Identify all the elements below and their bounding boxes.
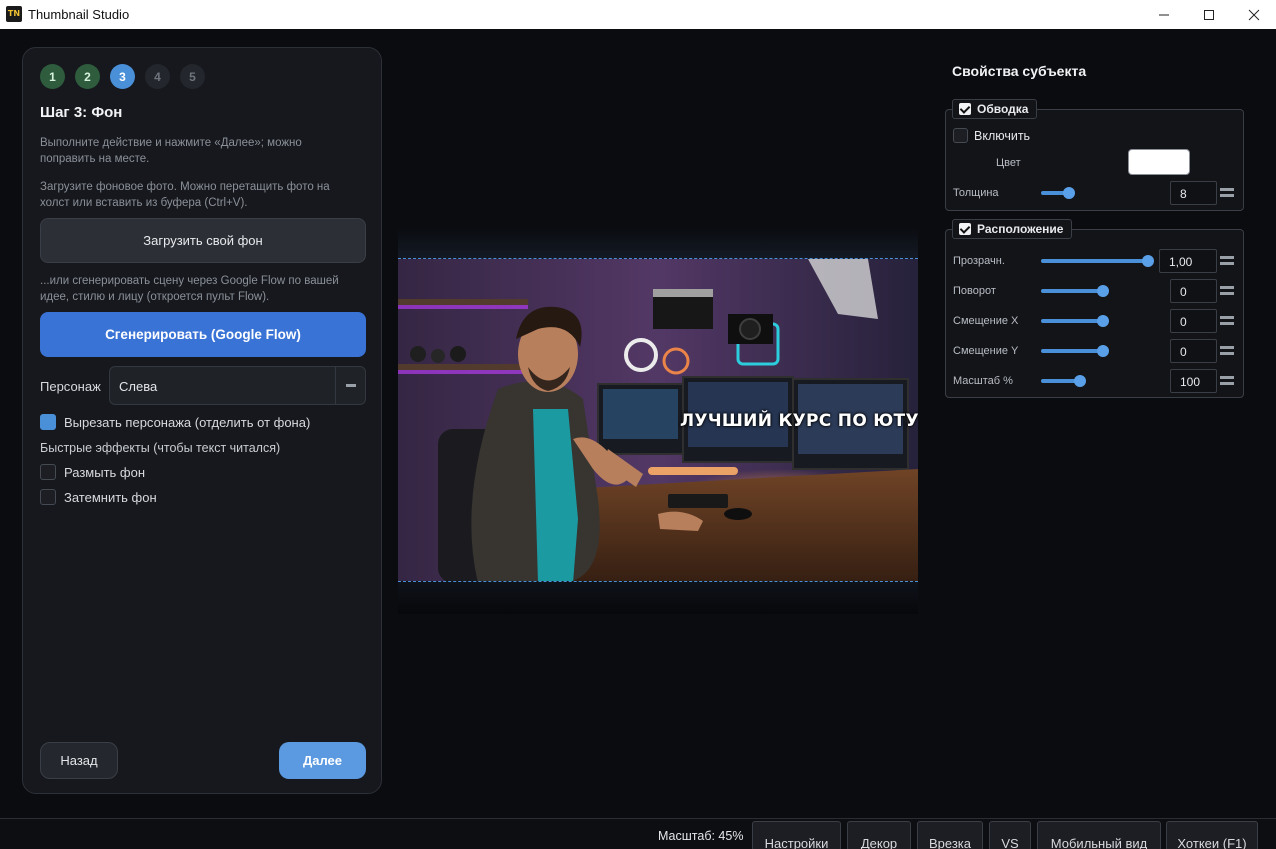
offset-y-slider-knob[interactable] <box>1097 345 1109 357</box>
scale-slider-knob[interactable] <box>1074 375 1086 387</box>
minimize-icon <box>1159 14 1169 15</box>
close-button[interactable] <box>1231 0 1276 29</box>
app-logo-icon: TN <box>6 6 22 22</box>
step-4[interactable]: 4 <box>145 64 170 89</box>
rotation-slider-knob[interactable] <box>1097 285 1109 297</box>
back-button[interactable]: Назад <box>40 742 118 779</box>
stroke-color-swatch[interactable] <box>1128 149 1190 175</box>
scale-label: Масштаб % <box>953 375 1013 387</box>
stroke-group-checkbox[interactable] <box>959 103 971 115</box>
rotation-slider[interactable] <box>1041 285 1109 297</box>
maximize-icon <box>1204 9 1214 20</box>
scale-spin-icon[interactable] <box>1220 376 1234 386</box>
window-title: Thumbnail Studio <box>28 7 130 22</box>
placement-header-label: Расположение <box>977 222 1064 236</box>
wizard-panel: 1 2 3 4 5 Шаг 3: Фон Выполните действие … <box>22 47 382 794</box>
offset-x-slider-knob[interactable] <box>1097 315 1109 327</box>
mobile-view-button[interactable]: Мобильный вид <box>1037 821 1161 849</box>
cutout-checkbox[interactable] <box>40 414 56 430</box>
stroke-enable-checkbox[interactable] <box>953 128 968 143</box>
generate-hint: ...или сгенерировать сцену через Google … <box>40 275 339 303</box>
character-label: Персонаж <box>40 379 101 394</box>
step-1[interactable]: 1 <box>40 64 65 89</box>
thickness-input[interactable]: 8 <box>1170 181 1217 205</box>
stroke-color-label: Цвет <box>996 157 1021 169</box>
rotation-label: Поворот <box>953 285 996 297</box>
action-hint: Выполните действие и нажмите «Далее»; мо… <box>40 137 302 165</box>
thumbnail-image[interactable]: ЛУЧШИЙ КУРС ПО ЮТУБУ <box>398 258 918 582</box>
thickness-slider[interactable] <box>1041 187 1075 199</box>
offset-x-spin-icon[interactable] <box>1220 316 1234 326</box>
darken-label: Затемнить фон <box>64 489 157 505</box>
opacity-slider-knob[interactable] <box>1142 255 1154 267</box>
thickness-spin-icon[interactable] <box>1220 188 1234 198</box>
rotation-input[interactable]: 0 <box>1170 279 1217 303</box>
placement-group-checkbox[interactable] <box>959 223 971 235</box>
opacity-input[interactable]: 1,00 <box>1159 249 1217 273</box>
character-select[interactable]: Слева <box>109 366 366 405</box>
stroke-enable-row[interactable]: Включить <box>953 128 1030 143</box>
minimize-button[interactable] <box>1141 0 1187 29</box>
upload-hint: Загрузите фоновое фото. Можно перетащить… <box>40 181 330 209</box>
next-button[interactable]: Далее <box>279 742 366 779</box>
close-icon <box>1248 9 1260 20</box>
thickness-label: Толщина <box>953 187 999 199</box>
cutout-checkbox-row[interactable]: Вырезать персонажа (отделить от фона) <box>40 414 310 430</box>
offset-y-input[interactable]: 0 <box>1170 339 1217 363</box>
inset-button[interactable]: Врезка <box>917 821 983 849</box>
step-2[interactable]: 2 <box>75 64 100 89</box>
offset-y-label: Смещение Y <box>953 345 1019 357</box>
thumbnail-canvas[interactable]: ЛУЧШИЙ КУРС ПО ЮТУБУ <box>398 228 918 614</box>
cutout-label: Вырезать персонажа (отделить от фона) <box>64 414 311 430</box>
offset-y-slider[interactable] <box>1041 345 1109 357</box>
offset-x-slider[interactable] <box>1041 315 1109 327</box>
rotation-spin-icon[interactable] <box>1220 286 1234 296</box>
blur-checkbox-row[interactable]: Размыть фон <box>40 464 145 480</box>
step-indicator: 1 2 3 4 5 <box>40 64 205 89</box>
opacity-label: Прозрачн. <box>953 255 1005 267</box>
stroke-header-label: Обводка <box>977 102 1029 116</box>
properties-title: Свойства субъекта <box>952 63 1087 79</box>
title-bar: TN Thumbnail Studio <box>0 0 1276 29</box>
upload-background-button[interactable]: Загрузить свой фон <box>40 218 366 263</box>
scale-input[interactable]: 100 <box>1170 369 1217 393</box>
step-title: Шаг 3: Фон <box>40 104 123 121</box>
offset-x-label: Смещение X <box>953 315 1019 327</box>
step-3[interactable]: 3 <box>110 64 135 89</box>
dropdown-icon[interactable] <box>335 367 365 404</box>
generate-google-flow-button[interactable]: Сгенерировать (Google Flow) <box>40 312 366 357</box>
hotkeys-button[interactable]: Хоткеи (F1) <box>1166 821 1258 849</box>
blur-label: Размыть фон <box>64 464 146 480</box>
vs-button[interactable]: VS <box>989 821 1031 849</box>
darken-checkbox-row[interactable]: Затемнить фон <box>40 489 157 505</box>
opacity-spin-icon[interactable] <box>1220 256 1234 266</box>
bottom-bar: Масштаб: 45% Настройки Декор Врезка VS М… <box>0 818 1276 849</box>
step-5[interactable]: 5 <box>180 64 205 89</box>
thickness-slider-knob[interactable] <box>1063 187 1075 199</box>
offset-x-input[interactable]: 0 <box>1170 309 1217 333</box>
decor-button[interactable]: Декор <box>847 821 911 849</box>
blur-checkbox[interactable] <box>40 464 56 480</box>
stroke-group-header[interactable]: Обводка <box>952 99 1038 119</box>
offset-y-spin-icon[interactable] <box>1220 346 1234 356</box>
darken-checkbox[interactable] <box>40 489 56 505</box>
thumbnail-headline[interactable]: ЛУЧШИЙ КУРС ПО ЮТУБУ <box>680 411 918 431</box>
settings-button[interactable]: Настройки <box>752 821 841 849</box>
placement-group-header[interactable]: Расположение <box>952 219 1073 239</box>
stroke-enable-label: Включить <box>974 128 1031 143</box>
opacity-slider[interactable] <box>1041 255 1154 267</box>
scale-slider[interactable] <box>1041 375 1086 387</box>
zoom-level: Масштаб: 45% <box>658 829 744 843</box>
effects-label: Быстрые эффекты (чтобы текст читался) <box>40 441 281 455</box>
character-value: Слева <box>119 379 158 394</box>
maximize-button[interactable] <box>1186 0 1232 29</box>
